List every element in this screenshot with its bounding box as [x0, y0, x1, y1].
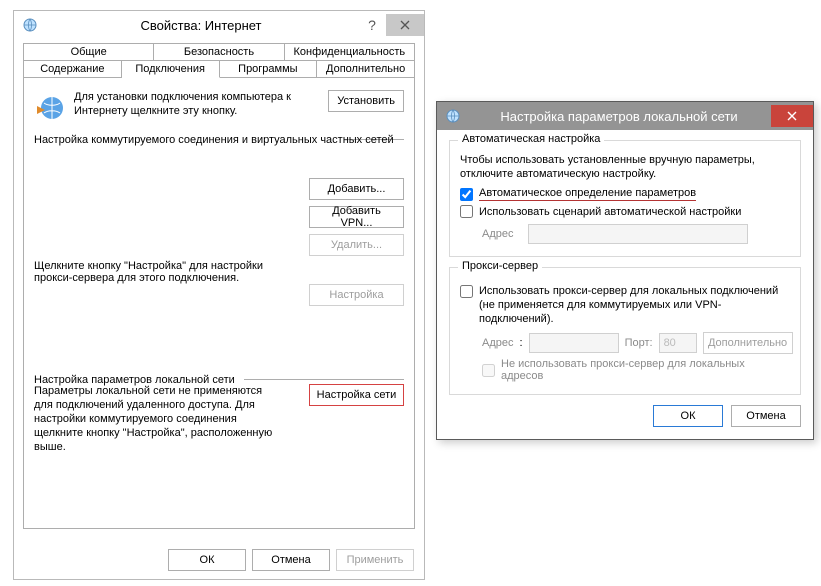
script-address-input — [528, 224, 748, 244]
address-label: Адрес — [482, 228, 522, 240]
tab-connections[interactable]: Подключения — [122, 60, 220, 78]
add-button[interactable]: Добавить... — [309, 178, 404, 200]
group-legend: Автоматическая настройка — [458, 133, 604, 145]
auto-detect-row[interactable]: Автоматическое определение параметров — [460, 187, 790, 201]
use-script-label: Использовать сценарий автоматической нас… — [479, 206, 741, 218]
globe-icon — [34, 92, 66, 124]
bypass-local-checkbox — [482, 364, 495, 377]
dialog-title: Настройка параметров локальной сети — [467, 109, 771, 124]
proxy-address-label: Адрес — [482, 337, 514, 349]
close-button[interactable] — [386, 14, 424, 36]
dialog-buttons: ОК Отмена — [449, 405, 801, 427]
use-proxy-label: Использовать прокси-сервер для локальных… — [479, 284, 790, 326]
close-button[interactable] — [771, 105, 813, 127]
globe-small-icon — [445, 108, 461, 124]
setup-text: Для установки подключения компьютера к И… — [74, 90, 320, 118]
lan-text: Параметры локальной сети не применяются … — [34, 384, 274, 454]
tab-privacy[interactable]: Конфиденциальность — [285, 43, 415, 60]
tab-general[interactable]: Общие — [23, 43, 154, 60]
close-icon — [400, 20, 410, 30]
add-vpn-button[interactable]: Добавить VPN... — [309, 206, 404, 228]
use-script-checkbox[interactable] — [460, 205, 473, 218]
titlebar[interactable]: Свойства: Интернет ? — [14, 11, 424, 39]
close-icon — [787, 111, 797, 121]
help-button[interactable]: ? — [358, 14, 386, 36]
connections-panel: Для установки подключения компьютера к И… — [23, 78, 415, 529]
proxy-group: Прокси-сервер Использовать прокси-сервер… — [449, 267, 801, 395]
use-proxy-checkbox[interactable] — [460, 285, 473, 298]
cancel-button[interactable]: Отмена — [252, 549, 330, 571]
use-proxy-row[interactable]: Использовать прокси-сервер для локальных… — [460, 284, 790, 326]
tab-content[interactable]: Содержание — [23, 60, 122, 78]
port-label: Порт: — [625, 337, 653, 349]
use-script-row[interactable]: Использовать сценарий автоматической нас… — [460, 205, 790, 218]
apply-button: Применить — [336, 549, 414, 571]
proxy-advanced-button: Дополнительно — [703, 332, 793, 354]
ok-button[interactable]: ОК — [168, 549, 246, 571]
internet-properties-dialog: Свойства: Интернет ? Общие Безопасность … — [13, 10, 425, 580]
lan-settings-button[interactable]: Настройка сети — [309, 384, 404, 406]
remove-button: Удалить... — [309, 234, 404, 256]
dialup-label: Настройка коммутируемого соединения и ви… — [34, 134, 404, 146]
bypass-local-row: Не использовать прокси-сервер для локаль… — [482, 358, 790, 382]
proxy-hint: Щелкните кнопку "Настройка" для настройк… — [34, 260, 274, 284]
group-legend: Прокси-сервер — [458, 260, 542, 272]
lan-settings-dialog: Настройка параметров локальной сети Авто… — [436, 101, 814, 440]
setup-button[interactable]: Установить — [328, 90, 404, 112]
auto-detect-checkbox[interactable] — [460, 188, 473, 201]
tab-advanced[interactable]: Дополнительно — [317, 60, 415, 78]
cancel-button[interactable]: Отмена — [731, 405, 801, 427]
auto-detect-label: Автоматическое определение параметров — [479, 187, 696, 201]
dialog-buttons: ОК Отмена Применить — [168, 549, 414, 571]
bypass-local-label: Не использовать прокси-сервер для локаль… — [501, 358, 790, 382]
dialog-title: Свойства: Интернет — [44, 18, 358, 33]
proxy-address-input — [529, 333, 619, 353]
config-button: Настройка — [309, 284, 404, 306]
proxy-port-input — [659, 333, 697, 353]
tab-security[interactable]: Безопасность — [154, 43, 284, 60]
titlebar[interactable]: Настройка параметров локальной сети — [437, 102, 813, 130]
ok-button[interactable]: ОК — [653, 405, 723, 427]
tab-programs[interactable]: Программы — [220, 60, 318, 78]
auto-config-group: Автоматическая настройка Чтобы использов… — [449, 140, 801, 257]
tabs: Общие Безопасность Конфиденциальность Со… — [23, 43, 415, 529]
auto-text: Чтобы использовать установленные вручную… — [460, 153, 790, 181]
globe-small-icon — [22, 17, 38, 33]
